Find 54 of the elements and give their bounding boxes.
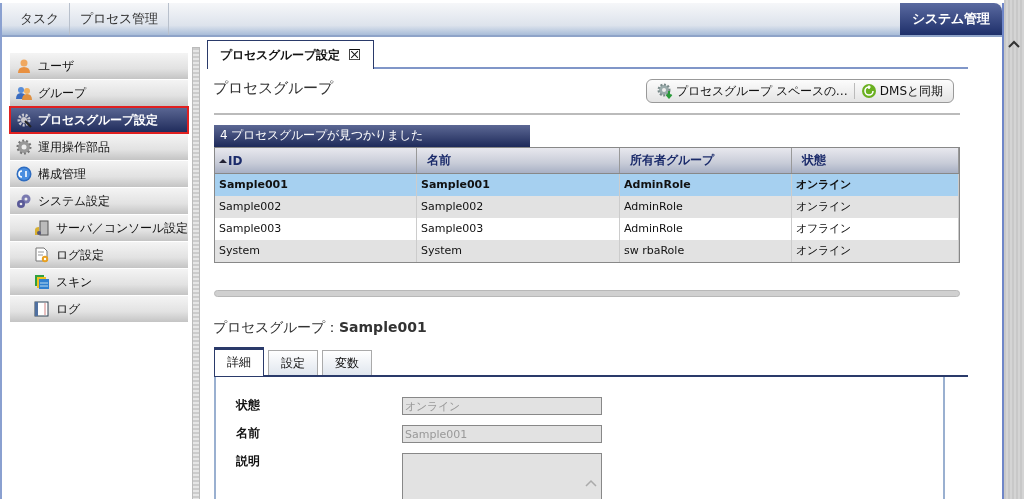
nav-tab[interactable]: タスク [2, 3, 70, 35]
tab[interactable]: 変数 [322, 350, 372, 375]
table-cell: オンライン [792, 240, 959, 262]
column-header[interactable]: 名前 [417, 148, 620, 173]
people-icon [16, 85, 32, 101]
sidebar-item[interactable]: システム設定 [10, 188, 188, 214]
sidebar-item[interactable]: プロセスグループ設定 [10, 107, 188, 133]
gear-icon [16, 139, 32, 155]
scroll-up-icon [585, 479, 597, 487]
ci-icon [16, 166, 32, 182]
table-cell: System [215, 240, 417, 262]
nav-tab[interactable]: システム管理 [900, 3, 1002, 35]
scrollbar[interactable] [1004, 0, 1024, 499]
table-cell: sw rbaRole [620, 240, 792, 262]
field-label: 説明 [236, 453, 261, 470]
toolbar-button[interactable]: プロセスグループ スペースの… [650, 82, 854, 100]
sidebar-item[interactable]: ログ設定 [10, 242, 188, 268]
text-area[interactable] [402, 453, 602, 499]
server-icon [34, 220, 50, 236]
sidebar-item[interactable]: 運用操作部品 [10, 134, 188, 160]
detail-title: プロセスグループ：Sample001 [213, 319, 428, 337]
tab[interactable]: 設定 [268, 350, 318, 375]
table-caption: 4 プロセスグループが見つかりました [214, 125, 530, 147]
document-gear-icon [34, 247, 50, 263]
content-tab[interactable]: プロセスグループ設定 ☒ [207, 40, 375, 69]
column-header[interactable]: 所有者グループ [620, 148, 792, 173]
sidebar-item[interactable]: スキン [10, 269, 188, 295]
sidebar-item[interactable]: ログ [10, 296, 188, 322]
table-row[interactable]: Sample001 Sample001 AdminRole オンライン [215, 174, 959, 196]
table-row[interactable]: Sample002 Sample002 AdminRole オンライン [215, 196, 959, 218]
splitter[interactable] [214, 290, 960, 297]
table-row[interactable]: System System sw rbaRole オンライン [215, 240, 959, 262]
sidebar-item[interactable]: サーバ／コンソール設定 [10, 215, 188, 241]
toolbar-button[interactable]: DMSと同期 [854, 82, 949, 100]
sidebar-item[interactable]: ユーザ [10, 53, 188, 79]
person-icon [16, 58, 32, 74]
skin-icon [34, 274, 50, 290]
field-label: 状態 [236, 397, 261, 414]
sidebar-item[interactable]: グループ [10, 80, 188, 106]
nav-tab[interactable]: プロセス管理 [70, 3, 169, 35]
scroll-up-icon[interactable] [1008, 40, 1020, 48]
gears-icon [16, 193, 32, 209]
log-icon [34, 301, 50, 317]
tab[interactable]: 詳細 [214, 347, 264, 376]
page-title: プロセスグループ [213, 79, 333, 98]
sidebar-item[interactable]: 構成管理 [10, 161, 188, 187]
table-cell: System [417, 240, 620, 262]
column-header[interactable]: ID [215, 148, 417, 173]
column-header[interactable]: 状態 [792, 148, 959, 173]
field-label: 名前 [236, 425, 261, 442]
gear-download-icon [656, 83, 673, 99]
splitter[interactable] [192, 47, 200, 499]
refresh-icon [860, 83, 877, 99]
gear-icon [16, 112, 32, 128]
